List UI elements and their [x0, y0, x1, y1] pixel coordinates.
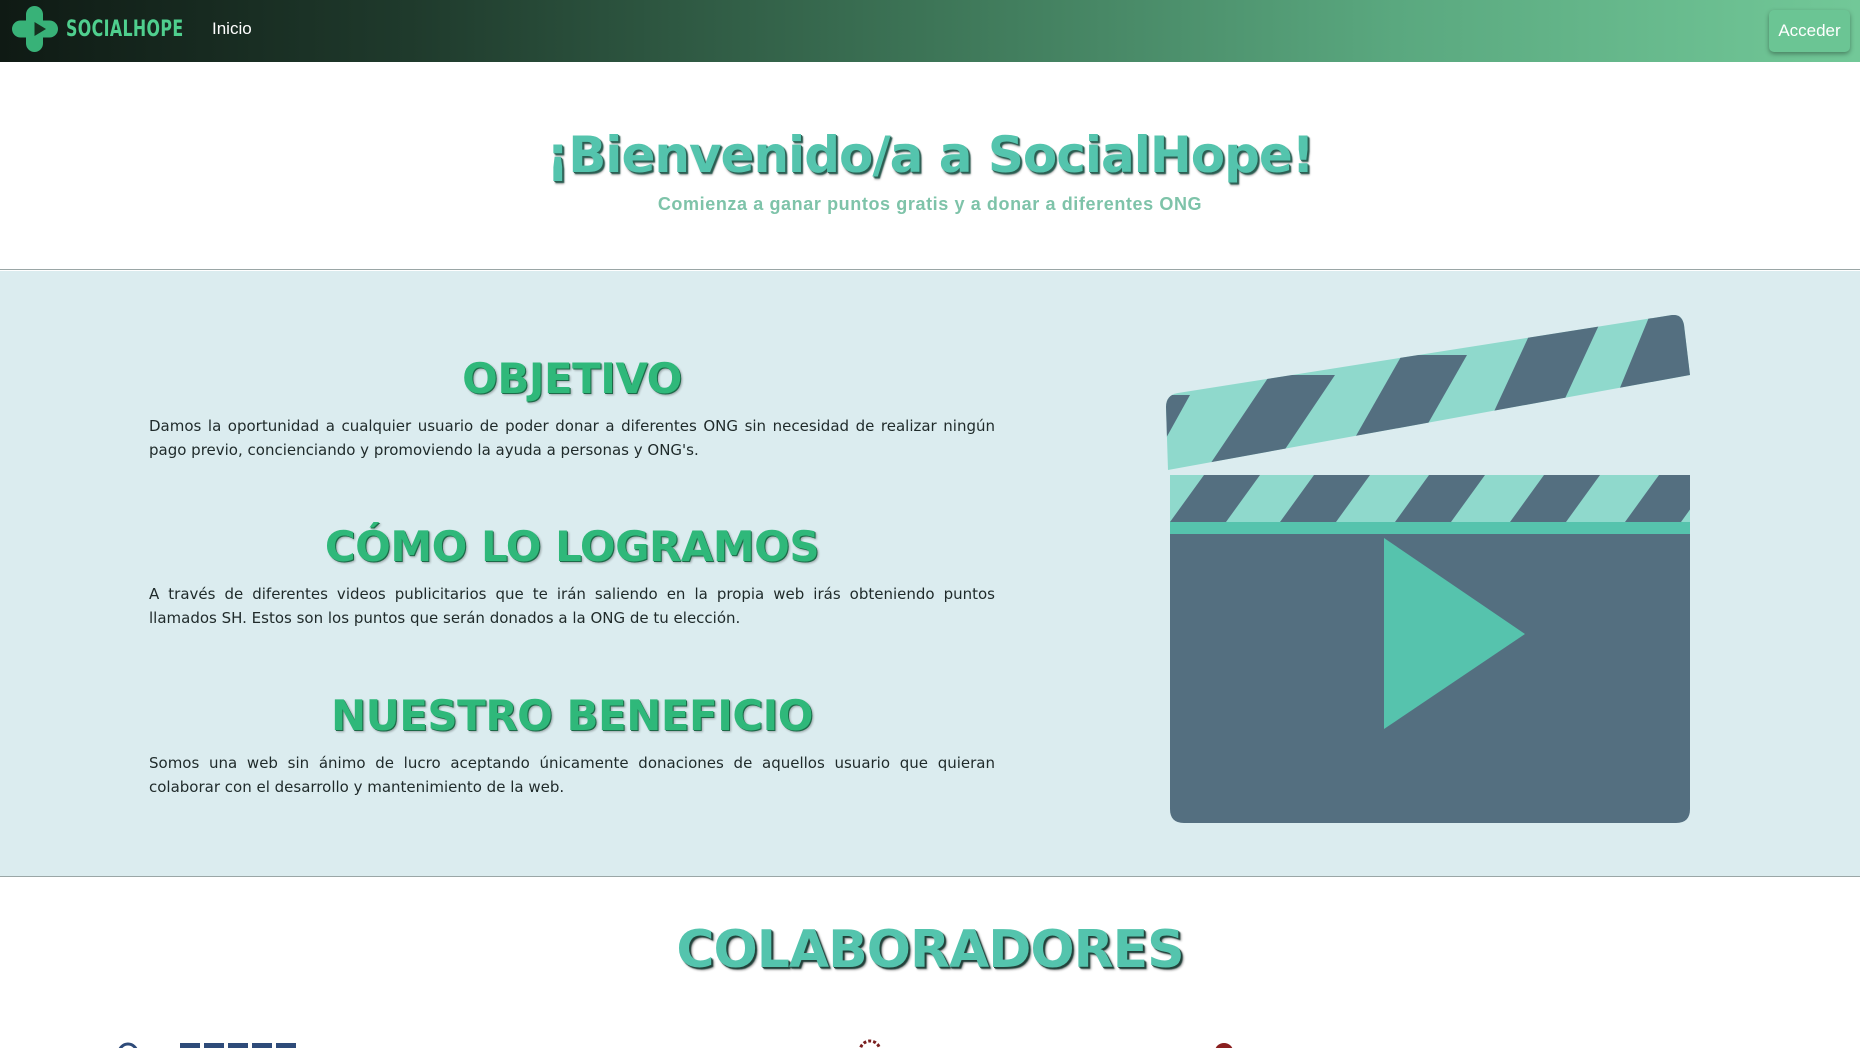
objective-title: OBJETIVO [462, 354, 682, 403]
benefit-title: NUESTRO BENEFICIO [330, 691, 814, 740]
login-button[interactable]: Acceder [1769, 10, 1850, 52]
clapperboard-play-icon [1166, 315, 1690, 823]
plus-leaf-icon [12, 6, 58, 52]
objective-text: Damos la oportunidad a cualquier usuario… [149, 417, 995, 459]
top-navbar: SOCIALHOPE Inicio Acceder [0, 0, 1860, 62]
hero-section: ¡Bienvenido/a a SocialHope! Comienza a g… [0, 62, 1860, 270]
partner-logo-3[interactable] [1208, 1036, 1238, 1048]
collaborators-title: COLABORADORES [676, 920, 1184, 980]
page-title: ¡Bienvenido/a a SocialHope! [546, 126, 1314, 184]
nav-link-inicio[interactable]: Inicio [212, 19, 252, 39]
brand-name: SOCIALHOPE [66, 16, 184, 42]
partner-logo-1[interactable] [100, 1036, 320, 1048]
how-text: A través de diferentes videos publicitar… [149, 585, 995, 627]
partner-logo-2[interactable] [852, 1036, 888, 1048]
hero-subtitle: Comienza a ganar puntos gratis y a donar… [657, 194, 1203, 214]
info-section: OBJETIVO Damos la oportunidad a cualquie… [0, 271, 1860, 877]
benefit-text: Somos una web sin ánimo de lucro aceptan… [149, 754, 995, 796]
brand-link[interactable]: SOCIALHOPE [10, 4, 229, 54]
how-title: CÓMO LO LOGRAMOS [324, 522, 820, 571]
